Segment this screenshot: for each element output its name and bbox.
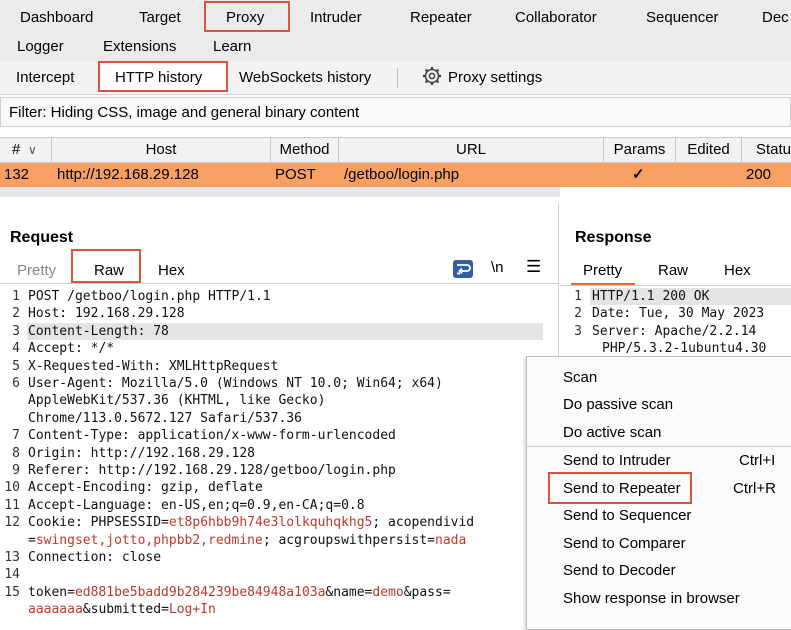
row-host: http://192.168.29.128 xyxy=(57,166,199,183)
main-tab-bar: Dashboard Target Proxy Intruder Repeater… xyxy=(0,0,791,61)
response-tab-pretty[interactable]: Pretty xyxy=(583,262,622,279)
menu-item-send-to-decoder[interactable]: Send to Decoder xyxy=(563,562,676,579)
filter-text: Filter: Hiding CSS, image and general bi… xyxy=(9,104,360,121)
tab-learn[interactable]: Learn xyxy=(213,38,251,55)
tab-logger[interactable]: Logger xyxy=(17,38,64,55)
request-toolbar-divider xyxy=(0,283,558,284)
response-line: Server: Apache/2.2.14 xyxy=(592,323,757,339)
col-header-host[interactable]: Host xyxy=(52,138,271,162)
col-header-edited[interactable]: Edited xyxy=(676,138,742,162)
cookie-line-wrap: =swingset,jotto,phpbb2,redmine; acgroups… xyxy=(28,532,467,548)
cookie-line: Cookie: PHPSESSID=et8p6hbb9h74e3lolkquhq… xyxy=(28,515,475,531)
response-toolbar-divider xyxy=(560,285,791,286)
col-header-url[interactable]: URL xyxy=(339,138,604,162)
request-line: X-Requested-With: XMLHttpRequest xyxy=(28,358,279,374)
col-header-params[interactable]: Params xyxy=(604,138,676,162)
row-params-check: ✓ xyxy=(632,166,645,183)
menu-separator xyxy=(527,446,791,447)
table-row[interactable]: 132 http://192.168.29.128 POST /getboo/l… xyxy=(0,163,791,187)
tab-target[interactable]: Target xyxy=(139,9,181,26)
newline-toggle[interactable]: \n xyxy=(491,259,504,276)
col-header-num[interactable]: # ∨ xyxy=(0,138,52,162)
col-header-status[interactable]: Statu xyxy=(742,138,791,162)
request-line: Accept: */* xyxy=(28,341,115,357)
request-line: POST /getboo/login.php HTTP/1.1 xyxy=(28,289,271,304)
request-line: Content-Type: application/x-www-form-url… xyxy=(28,428,396,444)
menu-item-scan[interactable]: Scan xyxy=(563,369,597,386)
table-horizontal-scrollbar[interactable] xyxy=(0,187,560,197)
tab-collaborator[interactable]: Collaborator xyxy=(515,9,597,26)
request-line: Content-Length: 78 xyxy=(28,323,169,339)
tab-websockets-history[interactable]: WebSockets history xyxy=(239,69,371,86)
tab-sequencer[interactable]: Sequencer xyxy=(646,9,719,26)
request-tab-pretty[interactable]: Pretty xyxy=(17,262,56,279)
request-line: Referer: http://192.168.29.128/getboo/lo… xyxy=(28,463,396,478)
shortcut-intruder: Ctrl+I xyxy=(739,452,776,469)
wrap-icon[interactable] xyxy=(452,259,474,279)
tab-http-history[interactable]: HTTP history xyxy=(115,69,202,86)
row-url: /getboo/login.php xyxy=(344,166,460,183)
tab-decoder[interactable]: Dec xyxy=(762,9,789,26)
tab-extensions[interactable]: Extensions xyxy=(103,38,176,55)
history-table-header: # ∨ Host Method URL Params Edited Statu xyxy=(0,137,791,163)
cookie-sessid: et8p6hbb9h74e3lolkquhqkhg5 xyxy=(168,515,373,531)
context-menu: Scan Do passive scan Do active scan Send… xyxy=(526,356,791,630)
request-line: Accept-Encoding: gzip, deflate xyxy=(28,480,263,496)
request-tab-hex[interactable]: Hex xyxy=(158,262,185,279)
hamburger-icon[interactable]: ☰ xyxy=(526,257,541,277)
request-tab-raw[interactable]: Raw xyxy=(94,262,124,279)
row-num: 132 xyxy=(4,166,30,183)
proxy-sub-tab-bar: Intercept HTTP history WebSockets histor… xyxy=(0,61,791,95)
request-line: Host: 192.168.29.128 xyxy=(28,306,185,322)
filter-bar[interactable]: Filter: Hiding CSS, image and general bi… xyxy=(0,97,791,127)
request-line: Connection: close xyxy=(28,550,162,565)
response-line: HTTP/1.1 200 OK xyxy=(592,289,710,304)
request-line: Accept-Language: en-US,en;q=0.9,en-CA;q=… xyxy=(28,497,365,513)
col-header-method[interactable]: Method xyxy=(271,138,339,162)
tab-separator xyxy=(397,68,398,88)
body-token: ed881be5badd9b284239be84948a103a xyxy=(74,584,326,600)
menu-item-send-to-intruder[interactable]: Send to Intruder xyxy=(563,452,671,469)
tab-repeater[interactable]: Repeater xyxy=(410,9,472,26)
gear-icon xyxy=(422,66,442,86)
menu-item-send-to-sequencer[interactable]: Send to Sequencer xyxy=(563,507,691,524)
tab-dashboard[interactable]: Dashboard xyxy=(20,9,93,26)
menu-item-active-scan[interactable]: Do active scan xyxy=(563,424,661,441)
request-title: Request xyxy=(10,229,74,246)
tab-intruder[interactable]: Intruder xyxy=(310,9,362,26)
response-line: Date: Tue, 30 May 2023 xyxy=(592,306,765,322)
request-editor[interactable]: 1 POST /getboo/login.php HTTP/1.1 2 Host… xyxy=(0,288,558,628)
tab-intercept[interactable]: Intercept xyxy=(16,69,74,86)
response-editor[interactable]: 1 HTTP/1.1 200 OK 2 Date: Tue, 30 May 20… xyxy=(562,288,791,358)
body-line-wrap: aaaaaaa&submitted=Log+In xyxy=(28,602,216,618)
response-tab-hex[interactable]: Hex xyxy=(724,262,751,279)
shortcut-repeater: Ctrl+R xyxy=(733,480,776,497)
request-line: Origin: http://192.168.29.128 xyxy=(28,445,255,461)
chevron-down-icon: ∨ xyxy=(28,143,37,157)
response-title: Response xyxy=(575,229,652,246)
tab-proxy-settings[interactable]: Proxy settings xyxy=(448,69,542,86)
request-line-wrap: Chrome/113.0.5672.127 Safari/537.36 xyxy=(28,410,302,426)
row-method: POST xyxy=(275,166,316,183)
menu-item-passive-scan[interactable]: Do passive scan xyxy=(563,396,673,413)
menu-item-send-to-comparer[interactable]: Send to Comparer xyxy=(563,535,686,552)
row-status: 200 xyxy=(746,166,772,183)
menu-item-show-response[interactable]: Show response in browser xyxy=(563,590,740,607)
response-tab-raw[interactable]: Raw xyxy=(658,262,688,279)
body-line: token=ed881be5badd9b284239be84948a103a&n… xyxy=(28,584,451,600)
response-line-wrap: PHP/5.3.2-1ubuntu4.30 xyxy=(602,341,767,357)
menu-item-send-to-repeater[interactable]: Send to Repeater xyxy=(563,480,681,497)
request-line: User-Agent: Mozilla/5.0 (Windows NT 10.0… xyxy=(28,376,443,391)
request-line-wrap: AppleWebKit/537.36 (KHTML, like Gecko) xyxy=(28,393,326,409)
tab-proxy[interactable]: Proxy xyxy=(226,9,264,26)
